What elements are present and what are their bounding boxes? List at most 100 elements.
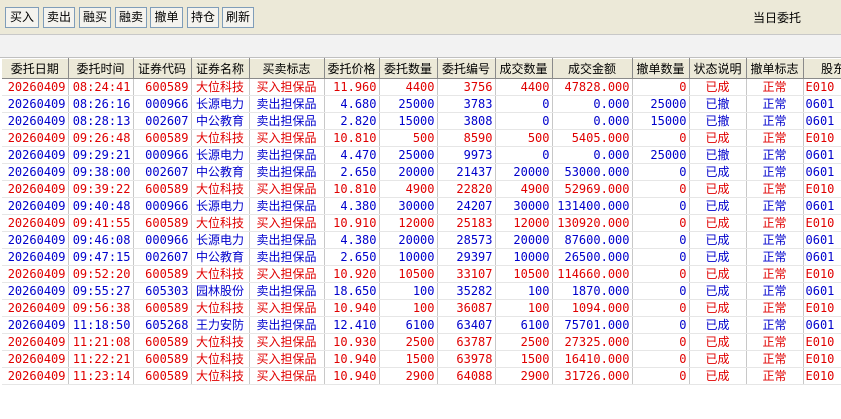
- col-security-code[interactable]: 证券代码: [133, 58, 192, 79]
- cancel-flag-cell: 正常: [746, 129, 804, 147]
- order-date-cell: 20260409: [2, 180, 69, 198]
- order-date-cell: 20260409: [2, 95, 69, 113]
- table-row[interactable]: 20260409 08:28:13 002607 中公教育 卖出担保品 2.820 1500…: [2, 112, 841, 130]
- order-date-cell: 20260409: [2, 299, 69, 317]
- table-row[interactable]: 20260409 08:26:16 000966 长源电力 卖出担保品 4.680 2500…: [2, 95, 841, 113]
- col-status[interactable]: 状态说明: [689, 58, 747, 79]
- cancel-order-button[interactable]: 撤单: [150, 7, 183, 28]
- refresh-button[interactable]: 刷新: [222, 7, 254, 28]
- security-code-cell: 600589: [133, 299, 192, 317]
- filled-amount-cell: 114660.000: [552, 265, 633, 283]
- col-cancel-flag[interactable]: 撤单标志: [746, 58, 804, 79]
- table-row[interactable]: 20260409 09:29:21 000966 长源电力 卖出担保品 4.470 2500…: [2, 146, 841, 164]
- table-row[interactable]: 20260409 09:41:55 600589 大位科技 买入担保品 10.910 120…: [2, 214, 841, 232]
- col-order-id[interactable]: 委托编号: [437, 58, 496, 79]
- security-name-cell: 中公教育: [191, 163, 250, 181]
- security-name-cell: 长源电力: [191, 95, 250, 113]
- order-id-cell: 63978: [437, 350, 496, 368]
- status-cell: 已成: [689, 265, 747, 283]
- table-row[interactable]: 20260409 09:56:38 600589 大位科技 买入担保品 10.940 100…: [2, 299, 841, 317]
- cancel-flag-cell: 正常: [746, 299, 804, 317]
- order-price-cell: 4.380: [324, 231, 380, 249]
- security-name-cell: 中公教育: [191, 112, 250, 130]
- order-qty-cell: 20000: [379, 163, 438, 181]
- table-row[interactable]: 20260409 09:39:22 600589 大位科技 买入担保品 10.810 490…: [2, 180, 841, 198]
- security-name-cell: 大位科技: [191, 78, 250, 96]
- order-qty-cell: 12000: [379, 214, 438, 232]
- side-cell: 卖出担保品: [249, 282, 325, 300]
- order-date-cell: 20260409: [2, 231, 69, 249]
- table-row[interactable]: 20260409 09:38:00 002607 中公教育 卖出担保品 2.650 2000…: [2, 163, 841, 181]
- order-time-cell: 09:47:15: [68, 248, 134, 266]
- table-row[interactable]: 20260409 11:18:50 605268 王力安防 卖出担保品 12.410 610…: [2, 316, 841, 334]
- filled-qty-cell: 4400: [495, 78, 553, 96]
- cancel-qty-cell: 0: [632, 180, 690, 198]
- filled-amount-cell: 26500.000: [552, 248, 633, 266]
- table-row[interactable]: 20260409 09:26:48 600589 大位科技 买入担保品 10.810 500…: [2, 129, 841, 147]
- cancel-flag-cell: 正常: [746, 95, 804, 113]
- order-qty-cell: 15000: [379, 112, 438, 130]
- orders-grid[interactable]: 委托日期 委托时间 证券代码 证券名称 买卖标志 委托价格 委托数量 委托编号 …: [2, 58, 841, 388]
- cancel-flag-cell: 正常: [746, 78, 804, 96]
- col-side[interactable]: 买卖标志: [249, 58, 325, 79]
- order-qty-cell: 2500: [379, 333, 438, 351]
- security-name-cell: 大位科技: [191, 299, 250, 317]
- order-date-cell: 20260409: [2, 78, 69, 96]
- cancel-qty-cell: 25000: [632, 95, 690, 113]
- table-row[interactable]: 20260409 09:55:27 605303 园林股份 卖出担保品 18.650 100…: [2, 282, 841, 300]
- status-cell: 已成: [689, 316, 747, 334]
- order-price-cell: 10.910: [324, 214, 380, 232]
- status-cell: 已成: [689, 129, 747, 147]
- status-cell: 已成: [689, 78, 747, 96]
- col-order-price[interactable]: 委托价格: [324, 58, 380, 79]
- order-id-cell: 64088: [437, 367, 496, 385]
- security-name-cell: 王力安防: [191, 316, 250, 334]
- table-row[interactable]: 20260409 11:22:21 600589 大位科技 买入担保品 10.940 150…: [2, 350, 841, 368]
- order-date-cell: 20260409: [2, 350, 69, 368]
- table-row[interactable]: 20260409 11:21:08 600589 大位科技 买入担保品 10.930 250…: [2, 333, 841, 351]
- shareholder-cell: 0601: [803, 112, 841, 130]
- filled-qty-cell: 30000: [495, 197, 553, 215]
- table-row[interactable]: 20260409 09:47:15 002607 中公教育 卖出担保品 2.650 1000…: [2, 248, 841, 266]
- shareholder-cell: 0601: [803, 95, 841, 113]
- filled-amount-cell: 0.000: [552, 146, 633, 164]
- filled-qty-cell: 4900: [495, 180, 553, 198]
- order-qty-cell: 100: [379, 299, 438, 317]
- margin-sell-button[interactable]: 融卖: [115, 7, 147, 28]
- order-date-cell: 20260409: [2, 265, 69, 283]
- sell-button[interactable]: 卖出: [43, 7, 75, 28]
- col-order-date[interactable]: 委托日期: [2, 58, 69, 79]
- filled-qty-cell: 12000: [495, 214, 553, 232]
- col-security-name[interactable]: 证券名称: [191, 58, 250, 79]
- table-row[interactable]: 20260409 09:46:08 000966 长源电力 卖出担保品 4.380 2000…: [2, 231, 841, 249]
- side-cell: 买入担保品: [249, 78, 325, 96]
- margin-buy-button[interactable]: 融买: [79, 7, 111, 28]
- table-row[interactable]: 20260409 11:23:14 600589 大位科技 买入担保品 10.940 290…: [2, 367, 841, 385]
- col-filled-qty[interactable]: 成交数量: [495, 58, 553, 79]
- status-cell: 已成: [689, 163, 747, 181]
- order-price-cell: 10.810: [324, 129, 380, 147]
- cancel-qty-cell: 0: [632, 163, 690, 181]
- filled-qty-cell: 100: [495, 282, 553, 300]
- security-code-cell: 600589: [133, 78, 192, 96]
- order-time-cell: 09:38:00: [68, 163, 134, 181]
- col-order-qty[interactable]: 委托数量: [379, 58, 438, 79]
- order-price-cell: 10.940: [324, 367, 380, 385]
- filled-amount-cell: 131400.000: [552, 197, 633, 215]
- filled-qty-cell: 0: [495, 112, 553, 130]
- order-qty-cell: 100: [379, 282, 438, 300]
- col-cancel-qty[interactable]: 撤单数量: [632, 58, 690, 79]
- table-row[interactable]: 20260409 09:52:20 600589 大位科技 买入担保品 10.920 105…: [2, 265, 841, 283]
- buy-button[interactable]: 买入: [5, 7, 39, 28]
- table-row[interactable]: 20260409 09:40:48 000966 长源电力 卖出担保品 4.380 3000…: [2, 197, 841, 215]
- col-shareholder[interactable]: 股东: [803, 58, 841, 79]
- positions-button[interactable]: 持仓: [187, 7, 219, 28]
- order-time-cell: 09:56:38: [68, 299, 134, 317]
- col-order-time[interactable]: 委托时间: [68, 58, 134, 79]
- col-filled-amount[interactable]: 成交金额: [552, 58, 633, 79]
- order-qty-cell: 1500: [379, 350, 438, 368]
- side-cell: 卖出担保品: [249, 316, 325, 334]
- order-id-cell: 22820: [437, 180, 496, 198]
- order-id-cell: 3808: [437, 112, 496, 130]
- table-row[interactable]: 20260409 08:24:41 600589 大位科技 买入担保品 11.960 440…: [2, 78, 841, 96]
